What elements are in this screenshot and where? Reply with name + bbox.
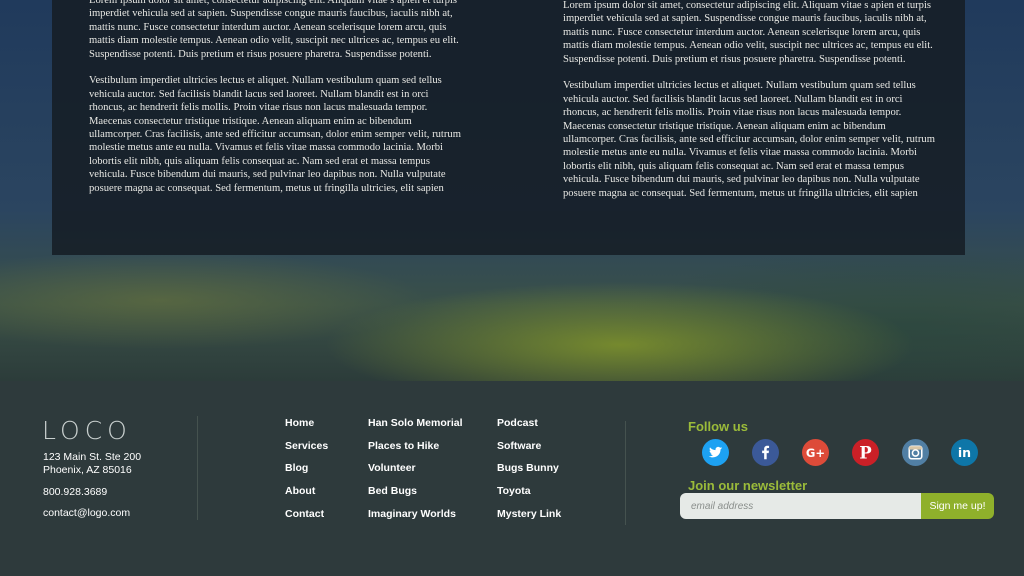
newsletter-heading: Join our newsletter [688, 478, 808, 493]
divider [197, 416, 198, 520]
address: 123 Main St. Ste 200 Phoenix, AZ 85016 [43, 451, 141, 477]
email-link[interactable]: contact@logo.com [43, 507, 130, 520]
footer-link-software[interactable]: Software [497, 440, 561, 463]
follow-us-heading: Follow us [688, 419, 748, 434]
footer-link-volunteer[interactable]: Volunteer [368, 462, 463, 485]
newsletter-email-input[interactable] [680, 493, 921, 519]
google-plus-icon[interactable]: G+ [802, 439, 829, 466]
footer-link-about[interactable]: About [285, 485, 328, 508]
footer-link-blog[interactable]: Blog [285, 462, 328, 485]
paragraph: Lorem ipsum dolor sit amet, consectetur … [89, 0, 459, 60]
footer-link-services[interactable]: Services [285, 440, 328, 463]
content-column-right: Lorem ipsum dolor sit amet, consectetur … [563, 0, 935, 213]
svg-text:in: in [958, 445, 971, 460]
footer-nav-column-3: Podcast Software Bugs Bunny Toyota Myste… [497, 417, 561, 530]
linkedin-icon[interactable]: in [951, 439, 978, 466]
facebook-icon[interactable] [752, 439, 779, 466]
footer-link-places-to-hike[interactable]: Places to Hike [368, 440, 463, 463]
svg-text:P: P [859, 443, 871, 462]
content-panel: Lorem ipsum dolor sit amet, consectetur … [52, 0, 965, 255]
paragraph: Vestibulum imperdiet ultricies lectus et… [89, 75, 461, 194]
newsletter-signup-button[interactable]: Sign me up! [921, 493, 994, 519]
paragraph: Lorem ipsum dolor sit amet, consectetur … [563, 0, 933, 65]
phone-number[interactable]: 800.928.3689 [43, 486, 107, 499]
site-footer: LOCO 123 Main St. Ste 200 Phoenix, AZ 85… [0, 381, 1024, 576]
footer-link-bugs-bunny[interactable]: Bugs Bunny [497, 462, 561, 485]
pinterest-icon[interactable]: P [852, 439, 879, 466]
footer-link-mystery-link[interactable]: Mystery Link [497, 508, 561, 531]
content-column-left: Lorem ipsum dolor sit amet, consectetur … [89, 0, 461, 208]
instagram-icon[interactable] [902, 439, 929, 466]
footer-link-imaginary-worlds[interactable]: Imaginary Worlds [368, 508, 463, 531]
footer-link-han-solo-memorial[interactable]: Han Solo Memorial [368, 417, 463, 440]
paragraph: Vestibulum imperdiet ultricies lectus et… [563, 80, 935, 199]
footer-link-bed-bugs[interactable]: Bed Bugs [368, 485, 463, 508]
twitter-icon[interactable] [702, 439, 729, 466]
svg-text:G+: G+ [806, 446, 825, 460]
footer-link-podcast[interactable]: Podcast [497, 417, 561, 440]
footer-link-toyota[interactable]: Toyota [497, 485, 561, 508]
divider [625, 421, 626, 525]
footer-nav-column-1: Home Services Blog About Contact [285, 417, 328, 530]
address-line: Phoenix, AZ 85016 [43, 464, 132, 476]
footer-nav-column-2: Han Solo Memorial Places to Hike Volunte… [368, 417, 463, 530]
footer-link-home[interactable]: Home [285, 417, 328, 440]
address-line: 123 Main St. Ste 200 [43, 451, 142, 463]
footer-link-contact[interactable]: Contact [285, 508, 328, 531]
logo[interactable]: LOCO [42, 416, 132, 445]
